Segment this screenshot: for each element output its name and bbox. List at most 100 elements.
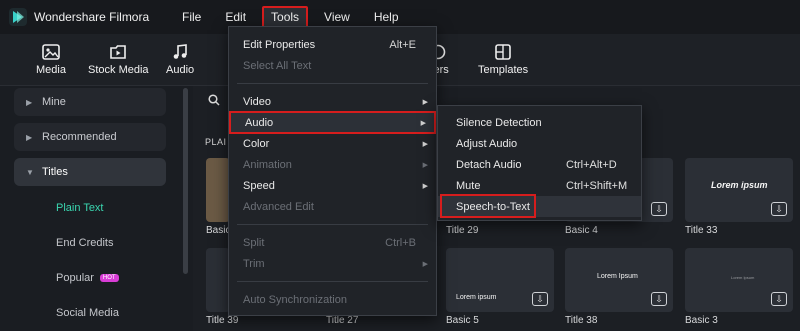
sidebar-item-titles[interactable]: ▼ Titles bbox=[14, 158, 166, 186]
menu-item-advanced-edit: Advanced Edit bbox=[229, 196, 436, 217]
card-label: Basic bbox=[206, 225, 231, 236]
menu-item-label: Edit Properties bbox=[243, 38, 316, 51]
sidebar-item-label: Mine bbox=[42, 96, 66, 108]
title-card-basic[interactable] bbox=[206, 158, 230, 222]
submenu-item-silence-detection[interactable]: Silence Detection bbox=[438, 112, 641, 133]
tools-dropdown-menu: Edit Properties Alt+E Select All Text Vi… bbox=[228, 26, 437, 316]
menu-item-edit-properties[interactable]: Edit Properties Alt+E bbox=[229, 34, 436, 55]
toolbar-audio-label: Audio bbox=[166, 64, 195, 76]
thumb-text: Lorem ipsum bbox=[456, 294, 497, 301]
sidebar-item-recommended[interactable]: ▶ Recommended bbox=[14, 123, 166, 151]
submenu-arrow-icon: ▶ bbox=[422, 98, 428, 106]
menu-item-label: Audio bbox=[245, 116, 274, 129]
submenu-item-detach-audio[interactable]: Detach Audio Ctrl+Alt+D bbox=[438, 154, 641, 175]
toolbar-stock-media-label: Stock Media bbox=[88, 64, 149, 76]
thumb-text: Lorem Ipsum bbox=[597, 273, 638, 280]
submenu-arrow-icon: ▶ bbox=[422, 140, 428, 148]
download-icon[interactable]: ⇩ bbox=[651, 292, 667, 306]
menu-help[interactable]: Help bbox=[366, 7, 407, 27]
sidebar-sub-label: Popular bbox=[56, 272, 94, 284]
menu-item-video[interactable]: Video ▶ bbox=[229, 91, 436, 112]
media-icon bbox=[42, 44, 60, 60]
card-label: Title 38 bbox=[565, 315, 598, 326]
sidebar-sub-popular[interactable]: Popular HOT bbox=[56, 272, 119, 284]
toolbar-templates[interactable]: Templates bbox=[478, 44, 528, 76]
chevron-down-icon: ▼ bbox=[26, 167, 34, 177]
shortcut-label: Ctrl+Alt+D bbox=[566, 158, 617, 171]
download-icon[interactable]: ⇩ bbox=[532, 292, 548, 306]
submenu-item-mute[interactable]: Mute Ctrl+Shift+M bbox=[438, 175, 641, 196]
title-card-title-33[interactable]: Lorem ipsum ⇩ bbox=[685, 158, 793, 222]
menu-item-label: Detach Audio bbox=[456, 158, 522, 171]
menu-item-label: Select All Text bbox=[243, 59, 312, 72]
menu-item-trim: Trim ▶ bbox=[229, 253, 436, 274]
section-label: PLAI bbox=[205, 137, 227, 147]
menu-item-speed[interactable]: Speed ▶ bbox=[229, 175, 436, 196]
menu-item-label: Split bbox=[243, 236, 265, 249]
menu-item-audio[interactable]: Audio ▶ bbox=[229, 111, 436, 134]
menu-item-label: Silence Detection bbox=[456, 116, 542, 129]
card-label: Basic 4 bbox=[565, 225, 598, 236]
menu-item-split: Split Ctrl+B bbox=[229, 232, 436, 253]
chevron-right-icon: ▶ bbox=[26, 97, 33, 107]
menu-item-label: Adjust Audio bbox=[456, 137, 518, 150]
menu-view[interactable]: View bbox=[316, 7, 358, 27]
menu-item-label: Trim bbox=[243, 257, 265, 270]
sidebar-item-label: Recommended bbox=[42, 131, 117, 143]
shortcut-label: Alt+E bbox=[389, 38, 416, 51]
sidebar-sub-plain-text[interactable]: Plain Text bbox=[56, 202, 104, 214]
menu-separator bbox=[237, 224, 428, 225]
menu-item-label: Mute bbox=[456, 179, 481, 192]
menu-separator bbox=[237, 83, 428, 84]
sidebar-sub-social-media[interactable]: Social Media bbox=[56, 307, 119, 319]
filmora-logo-icon bbox=[8, 7, 28, 27]
menu-item-label: Animation bbox=[243, 158, 292, 171]
menu-separator bbox=[237, 281, 428, 282]
card-label: Title 39 bbox=[206, 315, 239, 326]
sidebar-item-label: Titles bbox=[42, 166, 68, 178]
menu-file[interactable]: File bbox=[174, 7, 209, 27]
title-card-basic-5[interactable]: Lorem ipsum ⇩ bbox=[446, 248, 554, 312]
menu-item-label: Speed bbox=[243, 179, 275, 192]
card-label: Basic 5 bbox=[446, 315, 479, 326]
title-card-basic-3[interactable]: Lorem Ipsum ⇩ bbox=[685, 248, 793, 312]
submenu-arrow-icon: ▶ bbox=[422, 182, 428, 190]
download-icon[interactable]: ⇩ bbox=[771, 292, 787, 306]
card-label: Title 33 bbox=[685, 225, 718, 236]
submenu-item-adjust-audio[interactable]: Adjust Audio bbox=[438, 133, 641, 154]
app-name: Wondershare Filmora bbox=[34, 10, 150, 24]
toolbar-templates-label: Templates bbox=[478, 64, 529, 76]
submenu-arrow-icon: ▶ bbox=[422, 161, 428, 169]
shortcut-label: Ctrl+Shift+M bbox=[566, 179, 628, 192]
menu-item-label: Advanced Edit bbox=[243, 200, 314, 213]
menu-item-animation: Animation ▶ bbox=[229, 154, 436, 175]
menu-item-label: Auto Synchronization bbox=[243, 293, 347, 306]
music-note-icon bbox=[173, 44, 187, 59]
sidebar-item-mine[interactable]: ▶ Mine bbox=[14, 88, 166, 116]
thumb-text: Lorem ipsum bbox=[711, 180, 768, 190]
stock-media-icon bbox=[110, 45, 127, 59]
download-icon[interactable]: ⇩ bbox=[771, 202, 787, 216]
menu-item-auto-synchronization: Auto Synchronization bbox=[229, 289, 436, 310]
download-icon[interactable]: ⇩ bbox=[651, 202, 667, 216]
toolbar-media[interactable]: Media bbox=[36, 44, 66, 76]
search-icon[interactable] bbox=[208, 94, 220, 109]
toolbar-stock-media[interactable]: Stock Media bbox=[88, 44, 149, 76]
card-label: Basic 3 bbox=[685, 315, 718, 326]
card-label: Title 29 bbox=[446, 225, 479, 236]
submenu-arrow-icon: ▶ bbox=[422, 260, 428, 268]
menu-item-label: Video bbox=[243, 95, 271, 108]
toolbar-audio[interactable]: Audio bbox=[166, 44, 194, 76]
sidebar-scrollbar[interactable] bbox=[183, 88, 188, 274]
chevron-right-icon: ▶ bbox=[26, 132, 33, 142]
title-card-title-38[interactable]: Lorem Ipsum ⇩ bbox=[565, 248, 673, 312]
sidebar-sub-end-credits[interactable]: End Credits bbox=[56, 237, 113, 249]
audio-submenu: Silence Detection Adjust Audio Detach Au… bbox=[437, 105, 642, 221]
submenu-arrow-icon: ▶ bbox=[420, 119, 426, 127]
menu-item-select-all-text: Select All Text bbox=[229, 55, 436, 76]
title-card-title-39[interactable] bbox=[206, 248, 230, 312]
menu-tools[interactable]: Tools bbox=[262, 6, 309, 28]
speech-to-text-highlight bbox=[440, 194, 536, 218]
menu-edit[interactable]: Edit bbox=[217, 7, 254, 27]
menu-item-color[interactable]: Color ▶ bbox=[229, 133, 436, 154]
